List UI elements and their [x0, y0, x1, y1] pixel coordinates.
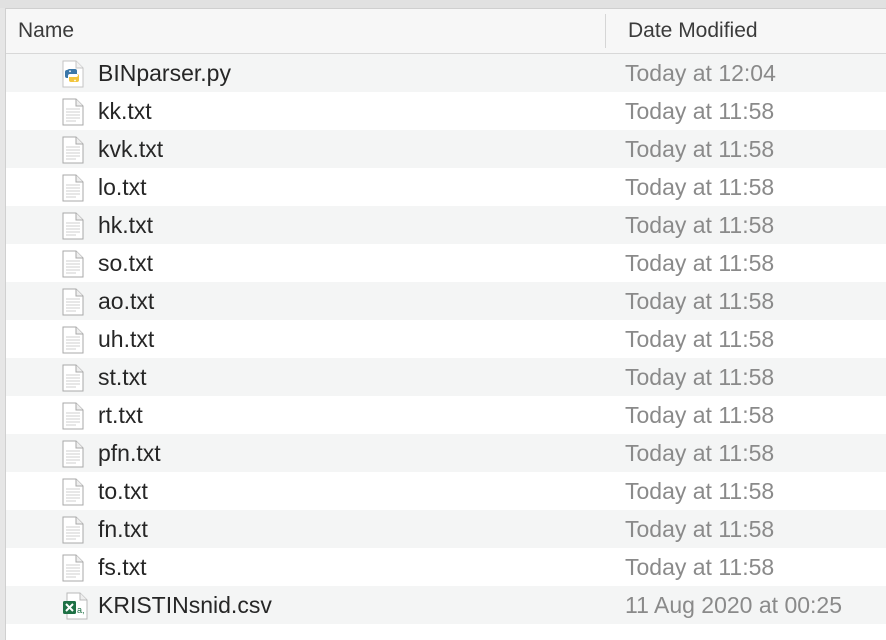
- text-file-icon: [62, 402, 84, 430]
- file-row[interactable]: to.txt Today at 11:58: [6, 472, 886, 510]
- file-date-modified: Today at 11:58: [625, 212, 775, 238]
- file-date-modified: Today at 11:58: [625, 98, 775, 124]
- file-name: BINparser.py: [98, 60, 231, 86]
- python-file-icon: [62, 60, 84, 88]
- file-date-modified: Today at 11:58: [625, 288, 775, 314]
- file-date-modified: Today at 11:58: [625, 516, 775, 542]
- file-name: lo.txt: [98, 174, 147, 200]
- date-modified-column-header[interactable]: Date Modified: [628, 9, 758, 53]
- file-name: KRISTINsnid.csv: [98, 592, 272, 618]
- text-file-icon: [62, 250, 84, 278]
- text-file-icon: [62, 174, 84, 202]
- file-name: rt.txt: [98, 402, 143, 428]
- file-row[interactable]: lo.txt Today at 11:58: [6, 168, 886, 206]
- text-file-icon: [62, 136, 84, 164]
- file-name: so.txt: [98, 250, 153, 276]
- file-row[interactable]: uh.txt Today at 11:58: [6, 320, 886, 358]
- file-row[interactable]: kvk.txt Today at 11:58: [6, 130, 886, 168]
- file-row[interactable]: rt.txt Today at 11:58: [6, 396, 886, 434]
- text-file-icon: [62, 288, 84, 316]
- file-name: kvk.txt: [98, 136, 164, 162]
- file-date-modified: Today at 11:58: [625, 364, 775, 390]
- text-file-icon: [62, 516, 84, 544]
- text-file-icon: [62, 440, 84, 468]
- file-name: pfn.txt: [98, 440, 161, 466]
- file-name: fs.txt: [98, 554, 147, 580]
- file-row[interactable]: BINparser.py Today at 12:04: [6, 54, 886, 92]
- file-name: fn.txt: [98, 516, 148, 542]
- text-file-icon: [62, 478, 84, 506]
- file-date-modified: Today at 11:58: [625, 136, 775, 162]
- file-row[interactable]: ao.txt Today at 11:58: [6, 282, 886, 320]
- file-date-modified: Today at 11:58: [625, 326, 775, 352]
- file-row[interactable]: kk.txt Today at 11:58: [6, 92, 886, 130]
- text-file-icon: [62, 212, 84, 240]
- name-column-header[interactable]: Name: [18, 9, 74, 53]
- file-row[interactable]: so.txt Today at 11:58: [6, 244, 886, 282]
- finder-window: Name Date Modified BINparser.py Today at …: [0, 0, 886, 640]
- file-name: ao.txt: [98, 288, 155, 314]
- file-date-modified: Today at 11:58: [625, 174, 775, 200]
- file-date-modified: Today at 11:58: [625, 478, 775, 504]
- file-date-modified: Today at 11:58: [625, 402, 775, 428]
- file-name: kk.txt: [98, 98, 152, 124]
- file-date-modified: Today at 12:04: [625, 60, 776, 86]
- file-row[interactable]: fs.txt Today at 11:58: [6, 548, 886, 586]
- file-name: hk.txt: [98, 212, 153, 238]
- excel-csv-file-icon: a,: [62, 592, 88, 620]
- file-name: uh.txt: [98, 326, 155, 352]
- file-date-modified: Today at 11:58: [625, 250, 775, 276]
- file-row[interactable]: pfn.txt Today at 11:58: [6, 434, 886, 472]
- file-row[interactable]: hk.txt Today at 11:58: [6, 206, 886, 244]
- file-name: st.txt: [98, 364, 147, 390]
- file-row[interactable]: a, KRISTINsnid.csv 11 Aug 2020 at 00:25: [6, 586, 886, 624]
- window-top-strip: [0, 0, 886, 9]
- text-file-icon: [62, 326, 84, 354]
- file-date-modified: 11 Aug 2020 at 00:25: [625, 592, 842, 618]
- file-list: BINparser.py Today at 12:04 kk.txt Today at…: [6, 54, 886, 624]
- file-date-modified: Today at 11:58: [625, 554, 775, 580]
- svg-text:a,: a,: [77, 605, 85, 615]
- file-date-modified: Today at 11:58: [625, 440, 775, 466]
- text-file-icon: [62, 364, 84, 392]
- column-header: Name Date Modified: [6, 9, 886, 54]
- text-file-icon: [62, 554, 84, 582]
- text-file-icon: [62, 98, 84, 126]
- file-row[interactable]: st.txt Today at 11:58: [6, 358, 886, 396]
- file-row[interactable]: fn.txt Today at 11:58: [6, 510, 886, 548]
- column-divider[interactable]: [605, 14, 606, 48]
- file-name: to.txt: [98, 478, 148, 504]
